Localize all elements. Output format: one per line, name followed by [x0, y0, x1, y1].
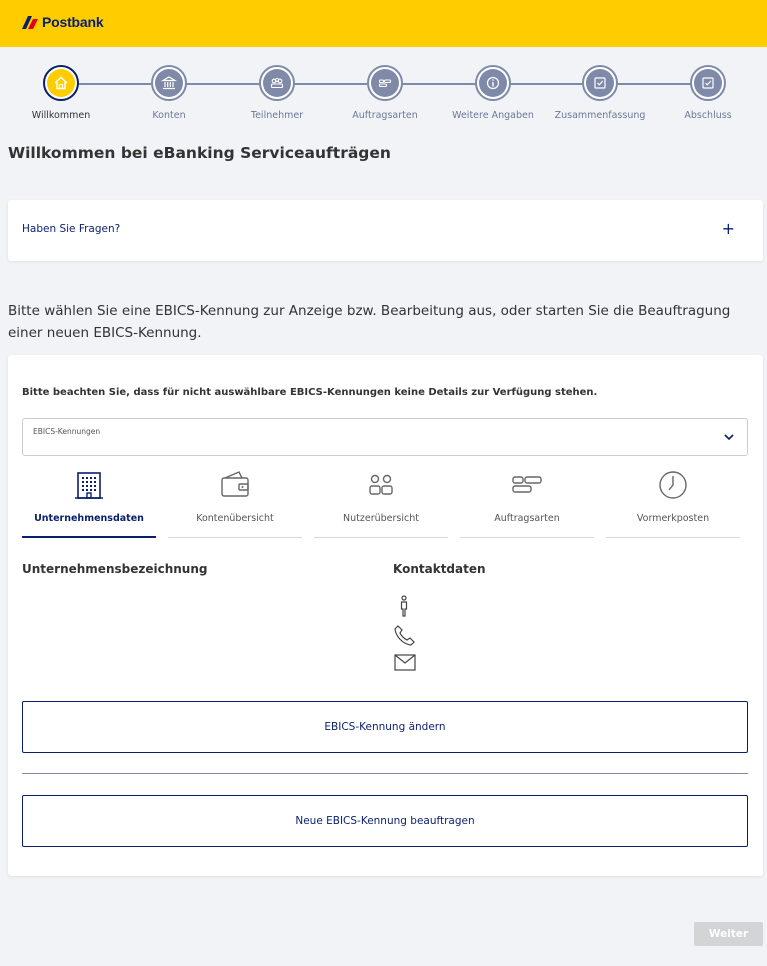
- step-willkommen[interactable]: Willkommen: [11, 62, 111, 121]
- step-label: Abschluss: [684, 110, 732, 121]
- next-button[interactable]: Weiter: [694, 922, 763, 946]
- building-icon: [75, 472, 103, 499]
- tab-underline: [314, 537, 448, 538]
- faq-label: Haben Sie Fragen?: [22, 223, 121, 235]
- plus-icon[interactable]: +: [722, 219, 735, 238]
- tab-label: Auftragsarten: [494, 513, 560, 524]
- users-icon: [270, 77, 284, 89]
- step-label: Konten: [152, 110, 186, 121]
- home-icon: [54, 76, 68, 90]
- wallet-icon: [221, 471, 249, 497]
- intro-text: Bitte wählen Sie eine EBICS-Kennung zur …: [8, 303, 731, 341]
- step-label: Teilnehmer: [250, 110, 304, 121]
- step-weitere-angaben[interactable]: Weitere Angaben: [443, 62, 543, 121]
- step-label: Weitere Angaben: [452, 110, 534, 121]
- step-abschluss[interactable]: Abschluss: [658, 62, 758, 121]
- person-icon: [400, 595, 408, 617]
- brand-name: Postbank: [42, 14, 104, 30]
- ebics-select-label: EBICS-Kennungen: [33, 427, 101, 436]
- company-heading: Unternehmensbezeichnung: [22, 562, 208, 576]
- tab-underline: [606, 537, 740, 538]
- checkbox-icon: [702, 77, 714, 89]
- header-bar: Postbank: [0, 0, 767, 47]
- step-konten[interactable]: Konten: [119, 62, 219, 121]
- step-label: Auftragsarten: [352, 110, 418, 121]
- step-auftragsarten[interactable]: Auftragsarten: [335, 62, 435, 121]
- clock-icon: [659, 471, 687, 499]
- availability-note: Bitte beachten Sie, dass für nicht auswä…: [22, 387, 598, 398]
- step-label: Zusammenfassung: [554, 110, 646, 121]
- tab-vormerkposten[interactable]: Vormerkposten: [606, 467, 740, 538]
- order-types-icon: [378, 79, 392, 88]
- tab-nutzeruebersicht[interactable]: Nutzerübersicht: [314, 467, 448, 538]
- order-types-icon: [512, 476, 542, 493]
- mail-icon: [394, 654, 416, 671]
- tab-underline: [22, 536, 156, 538]
- postbank-logo[interactable]: Postbank: [20, 14, 104, 30]
- step-zusammenfassung[interactable]: Zusammenfassung: [550, 62, 650, 121]
- tab-kontenuebersicht[interactable]: Kontenübersicht: [168, 467, 302, 538]
- detail-tabs: Unternehmensdaten Kontenübersicht Nutzer…: [22, 467, 748, 539]
- tab-label: Kontenübersicht: [196, 513, 274, 524]
- ebics-card: Bitte beachten Sie, dass für nicht auswä…: [8, 355, 763, 876]
- divider: [22, 773, 748, 774]
- info-icon: [486, 76, 500, 90]
- tab-underline: [168, 537, 302, 538]
- users-icon: [369, 474, 393, 495]
- postbank-logo-icon: [22, 16, 38, 29]
- new-ebics-button[interactable]: Neue EBICS-Kennung beauftragen: [22, 795, 748, 847]
- tab-auftragsarten[interactable]: Auftragsarten: [460, 467, 594, 538]
- faq-accordion[interactable]: Haben Sie Fragen? +: [8, 200, 763, 261]
- checkbox-icon: [594, 77, 606, 89]
- tab-label: Vormerkposten: [636, 513, 710, 524]
- tab-label: Unternehmensdaten: [34, 513, 144, 524]
- step-teilnehmer[interactable]: Teilnehmer: [227, 62, 327, 121]
- tab-unternehmensdaten[interactable]: Unternehmensdaten: [22, 467, 156, 538]
- page-title: Willkommen bei eBanking Serviceaufträgen: [8, 144, 391, 162]
- step-label: Willkommen: [31, 110, 91, 121]
- progress-stepper: Willkommen Konten Teilnehmer Auftragsart…: [0, 62, 767, 124]
- tab-label: Nutzerübersicht: [343, 513, 419, 524]
- change-ebics-button[interactable]: EBICS-Kennung ändern: [22, 701, 748, 753]
- ebics-select[interactable]: EBICS-Kennungen: [22, 418, 748, 456]
- bank-icon: [161, 76, 177, 90]
- tab-underline: [460, 537, 594, 538]
- chevron-down-icon[interactable]: [723, 431, 735, 443]
- contact-heading: Kontaktdaten: [393, 562, 486, 576]
- phone-icon: [394, 625, 415, 646]
